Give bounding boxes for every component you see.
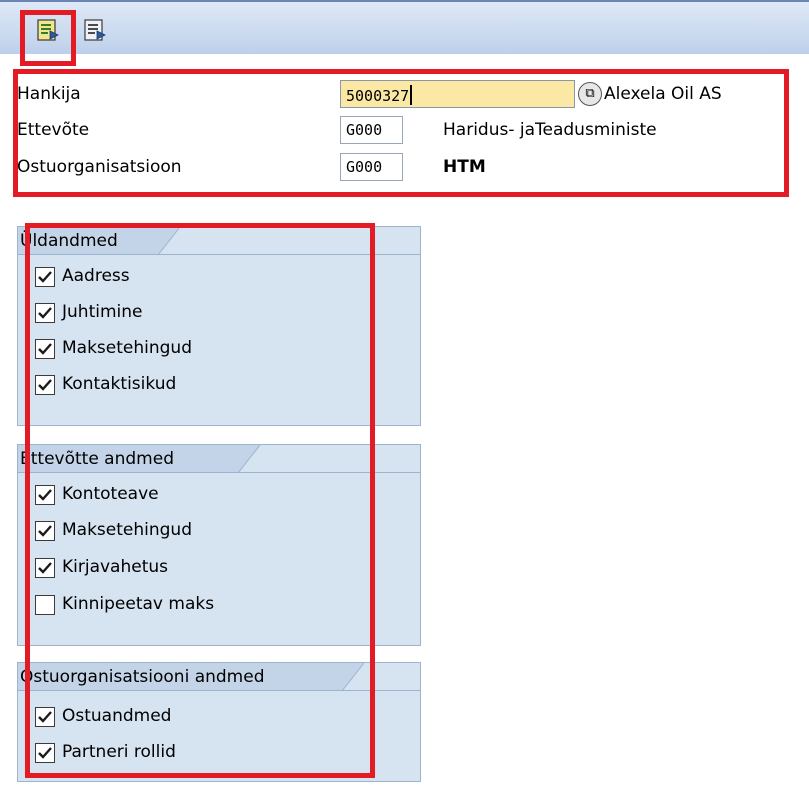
highlight-header-fields (13, 69, 789, 197)
layout-button[interactable] (84, 19, 106, 41)
application-toolbar (0, 0, 809, 54)
highlight-execute-button (20, 10, 76, 66)
highlight-checkbox-column (25, 223, 375, 778)
layout-icon (84, 19, 106, 41)
